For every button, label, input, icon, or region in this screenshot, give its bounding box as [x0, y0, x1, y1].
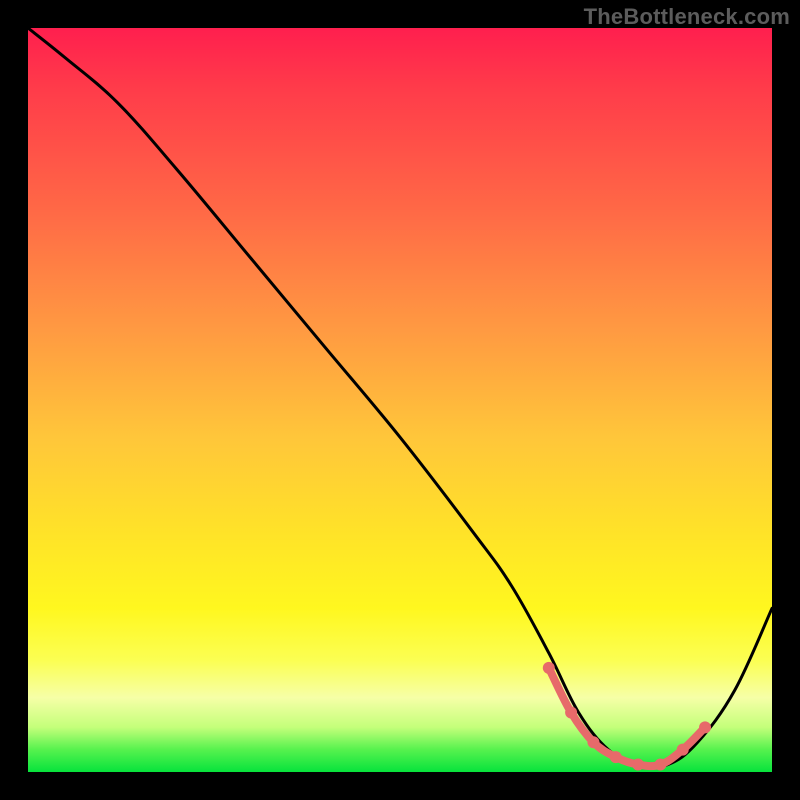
optimal-range-dot [632, 759, 644, 771]
optimal-range-dot [677, 744, 689, 756]
highlight-group [543, 662, 711, 771]
optimal-range-dot [565, 706, 577, 718]
chart-stage: TheBottleneck.com [0, 0, 800, 800]
optimal-range-dot [654, 759, 666, 771]
watermark-text: TheBottleneck.com [584, 4, 790, 30]
plot-area [28, 28, 772, 772]
chart-overlay [28, 28, 772, 772]
optimal-range-dot [543, 662, 555, 674]
optimal-range-dot [699, 721, 711, 733]
optimal-range-dot [587, 736, 599, 748]
optimal-range-dot [610, 751, 622, 763]
bottleneck-curve [28, 28, 772, 767]
